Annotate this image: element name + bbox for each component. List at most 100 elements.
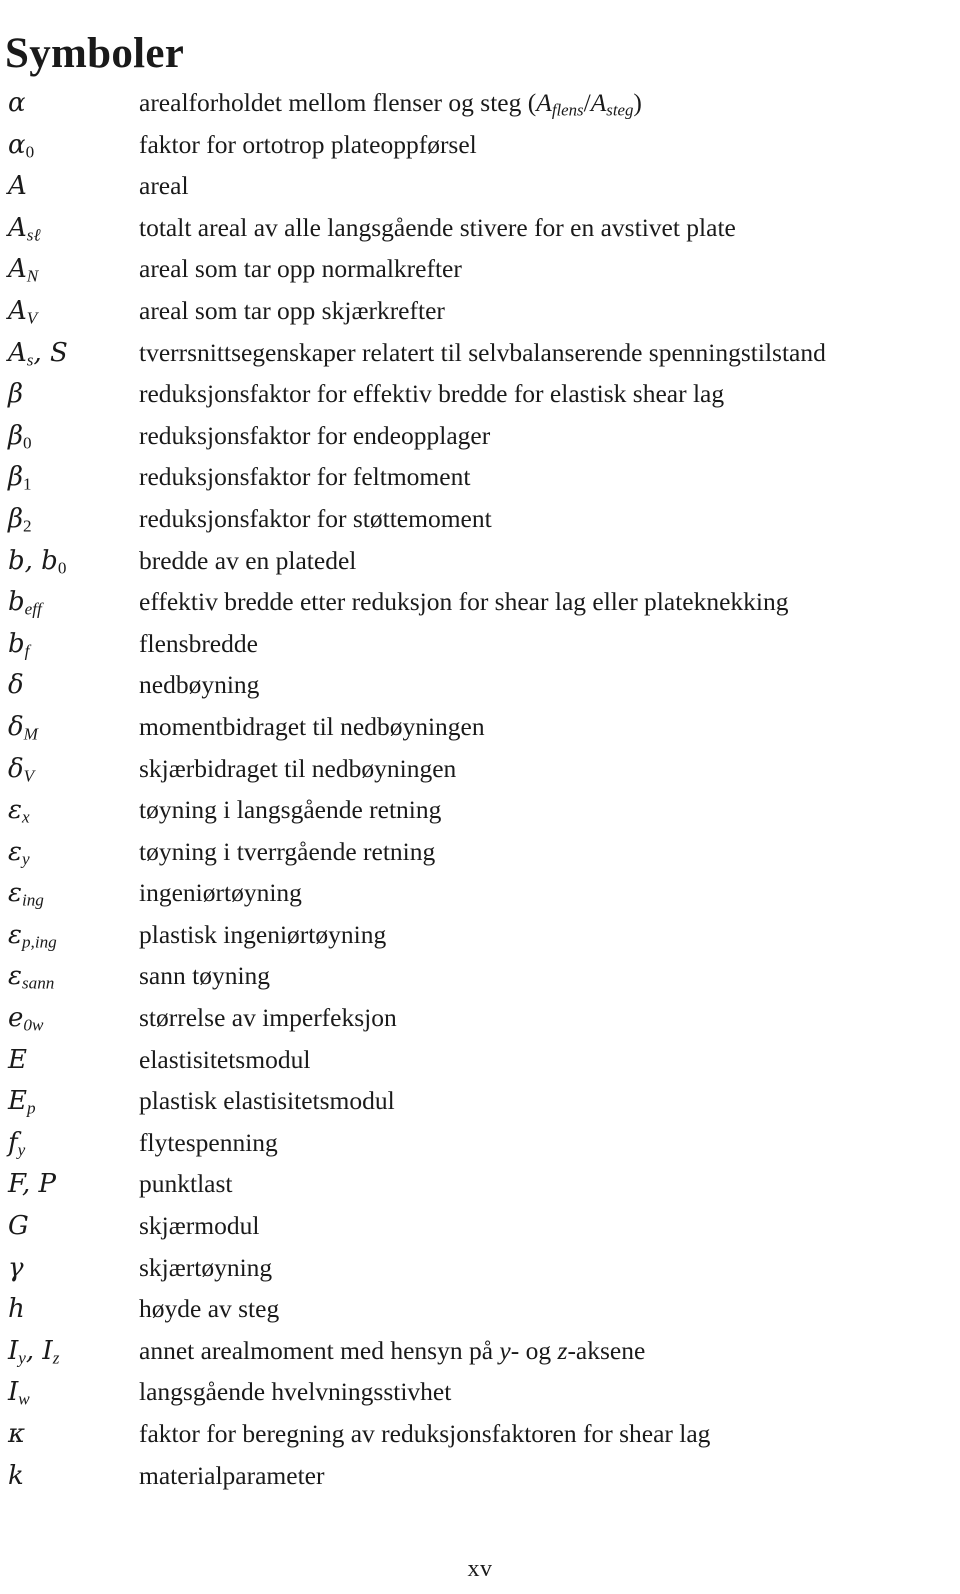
symbol-notation: εp,ing	[8, 919, 57, 952]
symbol-notation: Iw	[8, 1377, 30, 1410]
symbol-description: faktor for beregning av reduksjonsfaktor…	[139, 1419, 711, 1448]
symbol-notation: γ	[8, 1252, 24, 1283]
symbol-description: høyde av steg	[139, 1294, 280, 1324]
symbol-row: εx tøyning i langsgående retning	[0, 793, 960, 835]
symbol-notation: G	[8, 1211, 29, 1242]
page-number: xv	[467, 1556, 493, 1582]
symbol-row: fy flytespenning	[0, 1126, 960, 1168]
symbol-description: flytespenning	[139, 1127, 278, 1157]
symbol-notation: bf	[8, 628, 30, 661]
symbol-notation: εsann	[8, 961, 55, 994]
symbol-description: materialparameter	[139, 1460, 325, 1490]
symbol-description: areal som tar opp skjærkrefter	[139, 295, 445, 325]
symbol-description: reduksjonsfaktor for effektiv bredde for…	[139, 379, 725, 409]
symbol-row: Iw langsgående hvelvningsstivhet	[0, 1375, 960, 1417]
symbol-row: As, S tverrsnittsegenskaper relatert til …	[0, 336, 960, 378]
symbol-description: tøyning i langsgående retning	[139, 795, 442, 825]
symbol-notation: b, b0	[8, 545, 67, 578]
symbol-notation: AN	[8, 254, 39, 286]
symbol-notation: Iy, Iz	[8, 1335, 60, 1368]
symbol-description: momentbidraget til nedbøyningen	[139, 711, 485, 741]
symbol-notation: As, S	[8, 337, 68, 370]
symbol-description: langsgående hvelvningsstivhet	[139, 1377, 452, 1407]
symbol-row: F, P punktlast	[0, 1167, 960, 1209]
symbol-row: Ep plastisk elastisitetsmodul	[0, 1084, 960, 1126]
document-page: Symboler α arealforholdet mellom flenser …	[0, 0, 960, 1594]
symbol-notation: δV	[8, 753, 35, 786]
symbol-notation: E	[8, 1044, 27, 1075]
symbol-row: e0w størrelse av imperfeksjon	[0, 1001, 960, 1043]
symbol-row: δM momentbidraget til nedbøyningen	[0, 710, 960, 752]
symbol-row: β1 reduksjonsfaktor for feltmoment	[0, 460, 960, 502]
symbol-notation: α	[8, 88, 26, 118]
symbol-description: skjærbidraget til nedbøyningen	[139, 753, 457, 783]
symbol-description: elastisitetsmodul	[139, 1044, 311, 1074]
symbol-description: skjærmodul	[139, 1211, 260, 1241]
symbol-description: reduksjonsfaktor for endeopplager	[139, 420, 491, 450]
symbol-description: effektiv bredde etter reduksjon for shea…	[139, 587, 789, 617]
symbol-row: Asℓ totalt areal av alle langsgående stiv…	[0, 211, 960, 253]
symbol-row: bf flensbredde	[0, 627, 960, 669]
symbol-description: flensbredde	[139, 628, 258, 658]
symbol-notation: h	[8, 1294, 25, 1325]
symbol-notation: e0w	[8, 1003, 44, 1035]
symbol-notation: εy	[8, 836, 30, 869]
symbol-description: areal som tar opp normalkrefter	[139, 254, 462, 284]
symbol-description: størrelse av imperfeksjon	[139, 1003, 397, 1033]
symbol-notation: Ep	[8, 1086, 36, 1118]
symbol-row: εp,ing plastisk ingeniørtøyning	[0, 918, 960, 960]
symbol-notation: εing	[8, 878, 44, 910]
symbol-notation: F, P	[8, 1169, 57, 1200]
symbol-row: Eelastisitetsmodul	[0, 1043, 960, 1085]
symbol-description: punktlast	[139, 1169, 233, 1199]
symbol-row: β reduksjonsfaktor for effektiv bredde fo…	[0, 377, 960, 419]
symbol-notation: A	[8, 171, 27, 202]
symbol-notation: AV	[8, 295, 38, 328]
symbol-description: nedbøyning	[139, 670, 260, 700]
symbol-row: εy tøyning i tverrgående retning	[0, 835, 960, 877]
symbol-row: k materialparameter	[0, 1459, 960, 1501]
symbol-description: skjærtøyning	[139, 1252, 273, 1282]
symbol-description: arealforholdet mellom flenser og steg (A…	[139, 88, 642, 120]
symbol-description: tverrsnittsegenskaper relatert til selvb…	[139, 337, 826, 367]
symbol-notation: α0	[8, 129, 35, 162]
symbol-description: areal	[139, 171, 189, 201]
symbol-notation: δM	[8, 711, 38, 744]
page-title: Symboler	[5, 29, 185, 77]
symbol-description: tøyning i tverrgående retning	[139, 836, 436, 866]
symbol-row: εsann sann tøyning	[0, 959, 960, 1001]
symbol-description: plastisk ingeniørtøyning	[139, 919, 387, 949]
symbol-description: annet arealmoment med hensyn på y- og z-…	[139, 1335, 646, 1365]
symbol-notation: β1	[8, 462, 32, 494]
symbol-notation: δ	[8, 670, 24, 701]
symbol-description: totalt areal av alle langsgående stivere…	[139, 212, 736, 242]
symbol-list: α arealforholdet mellom flenser og steg (…	[0, 86, 960, 1500]
symbol-row: δV skjærbidraget til nedbøyningen	[0, 752, 960, 794]
symbol-row: Gskjærmodul	[0, 1209, 960, 1251]
symbol-notation: fy	[8, 1127, 26, 1160]
symbol-row: α0 faktor for ortotrop plateoppførsel	[0, 128, 960, 170]
symbol-notation: κ	[8, 1419, 26, 1449]
symbol-row: AV areal som tar opp skjærkrefter	[0, 294, 960, 336]
symbol-description: ingeniørtøyning	[139, 878, 302, 908]
symbol-row: κ faktor for beregning av reduksjonsfakto…	[0, 1417, 960, 1459]
symbol-row: b, b0 bredde av en platedel	[0, 544, 960, 586]
symbol-description: plastisk elastisitetsmodul	[139, 1086, 395, 1116]
symbol-row: h høyde av steg	[0, 1292, 960, 1334]
symbol-row: γ skjærtøyning	[0, 1251, 960, 1293]
symbol-notation: Asℓ	[8, 212, 41, 245]
symbol-row: AN areal som tar opp normalkrefter	[0, 252, 960, 294]
symbol-description: reduksjonsfaktor for støttemoment	[139, 503, 492, 533]
symbol-row: beff effektiv bredde etter reduksjon for …	[0, 585, 960, 627]
symbol-notation: β	[8, 379, 24, 410]
symbol-description: sann tøyning	[139, 961, 271, 991]
symbol-notation: εx	[8, 795, 30, 827]
symbol-row: δ nedbøyning	[0, 668, 960, 710]
symbol-row: α arealforholdet mellom flenser og steg (…	[0, 86, 960, 128]
symbol-description: reduksjonsfaktor for feltmoment	[139, 462, 471, 492]
symbol-notation: β0	[8, 420, 32, 453]
symbol-notation: beff	[8, 587, 42, 619]
symbol-notation: β2	[8, 503, 32, 536]
symbol-row: εing ingeniørtøyning	[0, 876, 960, 918]
symbol-row: β0 reduksjonsfaktor for endeopplager	[0, 419, 960, 461]
